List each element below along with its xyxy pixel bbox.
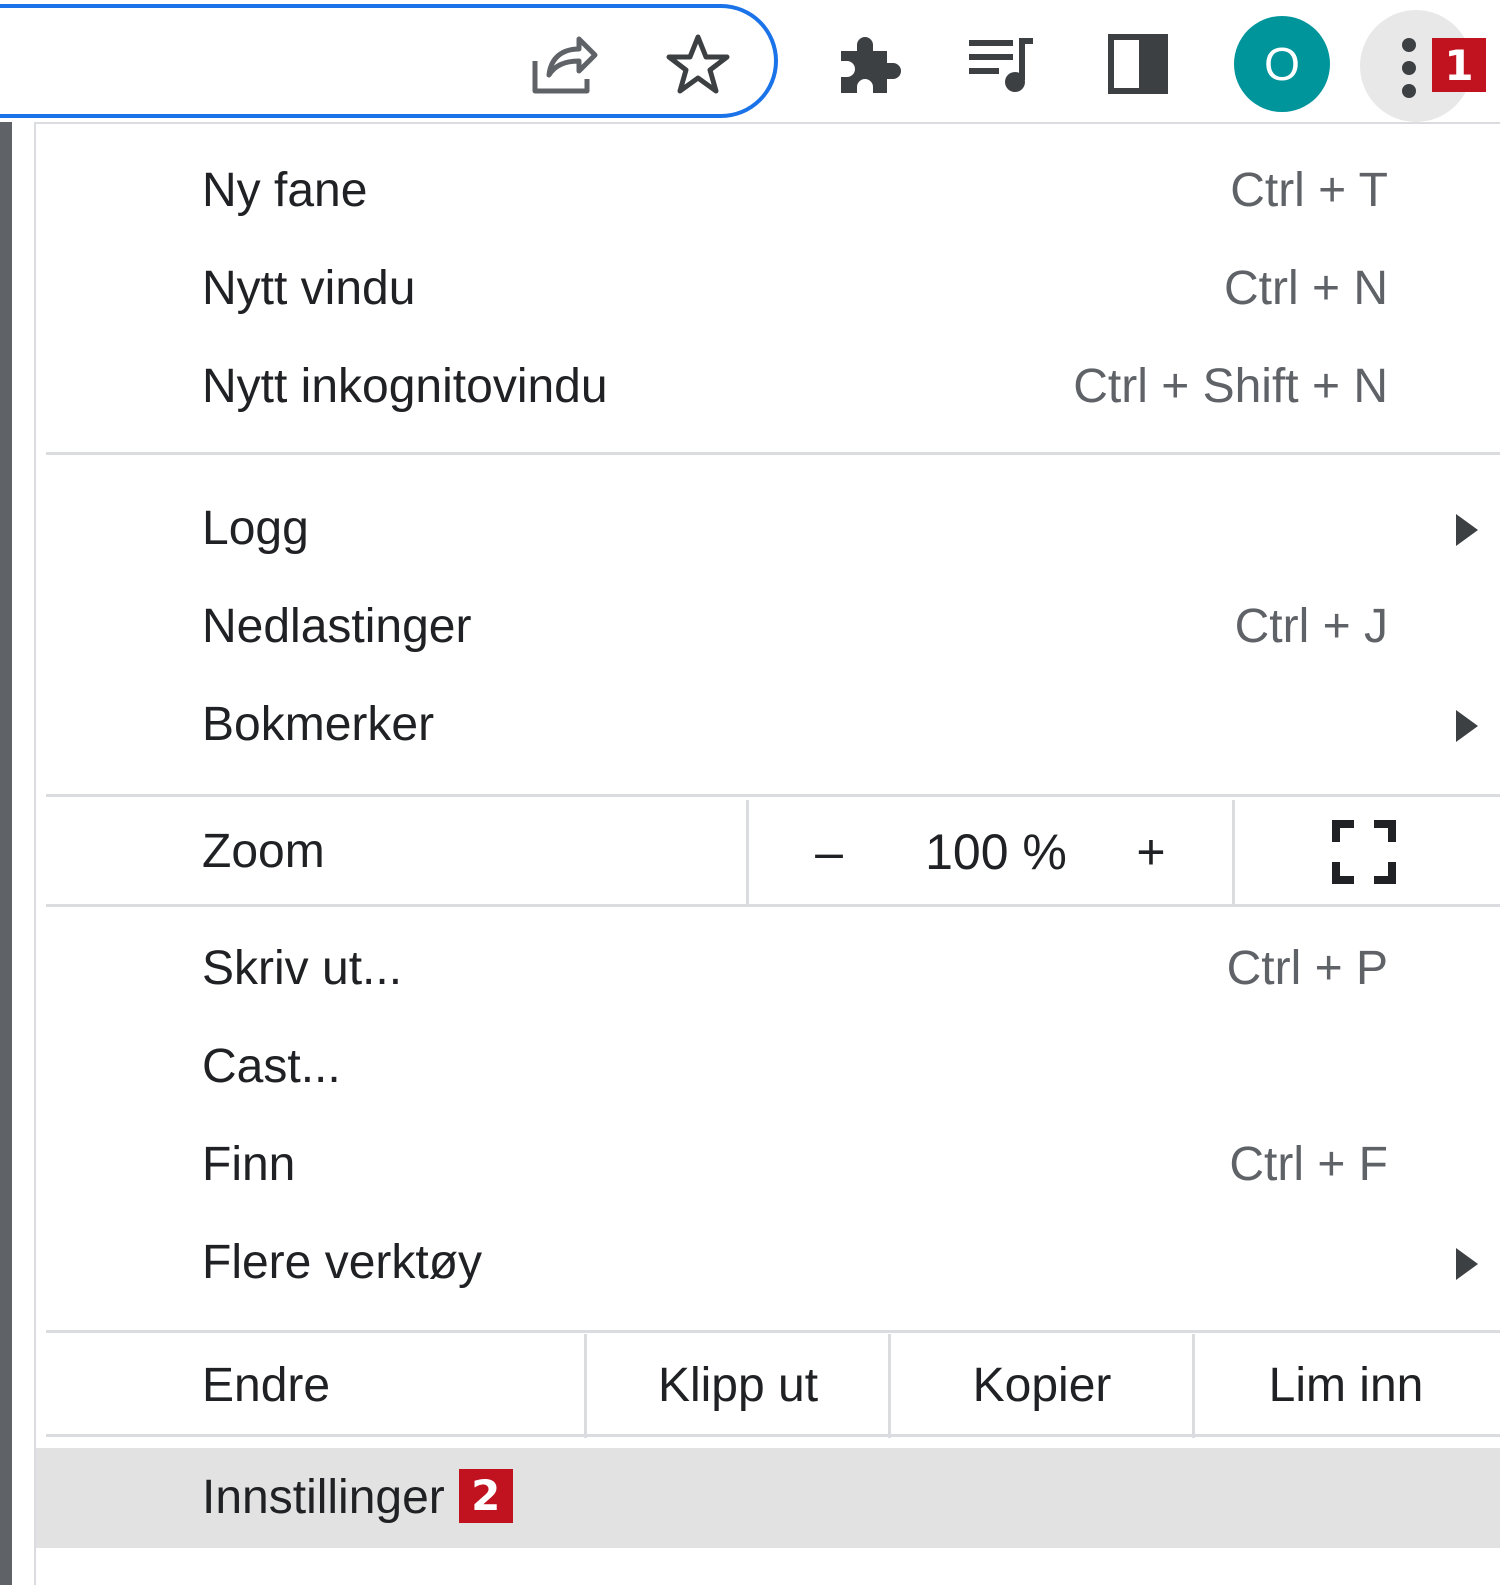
menu-separator [46,1330,1500,1333]
menu-item-label: Logg [202,502,309,555]
copy-button[interactable]: Kopier [891,1334,1193,1438]
menu-separator [46,794,1500,797]
edit-label: Endre [202,1359,331,1412]
menu-item-new-window[interactable]: Nytt vindu Ctrl + N [36,240,1500,338]
menu-item-find[interactable]: Finn Ctrl + F [36,1116,1500,1214]
submenu-arrow-icon [1456,514,1478,546]
menu-item-new-tab[interactable]: Ny fane Ctrl + T [36,142,1500,240]
menu-item-settings[interactable]: Innstillinger 2 [36,1448,1500,1548]
menu-item-history[interactable]: Logg [36,480,1500,578]
menu-item-shortcut: Ctrl + N [1223,262,1388,315]
submenu-arrow-icon [1456,1248,1478,1280]
menu-item-shortcut: Ctrl + Shift + N [1073,360,1388,413]
zoom-divider [1232,800,1235,904]
menu-item-label: Bokmerker [202,698,435,751]
cut-button[interactable]: Klipp ut [587,1334,889,1438]
fullscreen-icon[interactable] [1332,820,1396,884]
menu-item-more-tools[interactable]: Flere verktøy [36,1214,1500,1312]
bookmark-star-icon[interactable] [658,24,738,104]
menu-separator [46,1434,1500,1437]
zoom-row: Zoom – 100 % + [36,800,1500,904]
menu-separator [46,452,1500,455]
menu-item-downloads[interactable]: Nedlastinger Ctrl + J [36,578,1500,676]
menu-item-new-incognito-window[interactable]: Nytt inkognitovindu Ctrl + Shift + N [36,338,1500,436]
menu-item-label: Cast... [202,1040,341,1093]
media-control-icon[interactable] [962,24,1042,104]
menu-item-shortcut: Ctrl + T [1230,164,1388,217]
step-badge-2: 2 [458,1469,513,1524]
menu-item-label: Finn [202,1138,296,1191]
menu-item-shortcut: Ctrl + P [1226,942,1388,995]
zoom-out-button[interactable]: – [784,800,874,904]
menu-item-shortcut: Ctrl + J [1234,600,1388,653]
chrome-main-menu: Ny fane Ctrl + T Nytt vindu Ctrl + N Nyt… [34,122,1500,1585]
zoom-label: Zoom [202,825,325,878]
zoom-divider [746,800,749,904]
menu-item-cast[interactable]: Cast... [36,1018,1500,1116]
menu-item-label: Nytt inkognitovindu [202,360,608,413]
zoom-in-button[interactable]: + [1106,800,1196,904]
menu-separator [46,904,1500,907]
window-edge [0,0,12,1585]
share-icon[interactable] [524,24,604,104]
menu-item-label: Innstillinger 2 [202,1448,513,1548]
menu-item-label: Ny fane [202,164,368,217]
step-badge-1: 1 [1432,38,1486,92]
side-panel-icon[interactable] [1098,24,1178,104]
menu-item-label: Skriv ut... [202,942,403,995]
edit-row: Endre Klipp ut Kopier Lim inn [36,1334,1500,1438]
menu-item-print[interactable]: Skriv ut... Ctrl + P [36,920,1500,1018]
menu-item-label: Flere verktøy [202,1236,483,1289]
menu-item-bookmarks[interactable]: Bokmerker [36,676,1500,774]
extensions-icon[interactable] [830,24,910,104]
browser-toolbar: O 1 [0,0,1500,122]
submenu-arrow-icon [1456,710,1478,742]
menu-item-shortcut: Ctrl + F [1229,1138,1388,1191]
menu-item-label: Nytt vindu [202,262,416,315]
paste-button[interactable]: Lim inn [1195,1334,1497,1438]
zoom-level-value: 100 % [925,824,1067,880]
profile-avatar[interactable]: O [1234,16,1330,112]
menu-item-label: Nedlastinger [202,600,472,653]
more-vert-icon [1400,38,1420,98]
settings-label: Innstillinger [202,1471,445,1524]
